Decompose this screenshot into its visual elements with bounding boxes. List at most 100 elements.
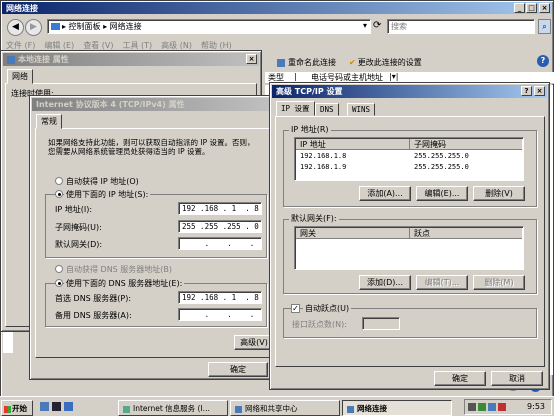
menu-file[interactable]: 文件 (F)	[6, 41, 35, 50]
network-icon	[7, 55, 15, 64]
ip-list-header: IP 地址 子网掩码	[296, 139, 522, 150]
menu-view[interactable]: 查看 (V)	[83, 41, 113, 50]
tray-icon[interactable]	[478, 403, 486, 411]
address-path: ▸ 控制面板 ▸ 网络连接	[62, 22, 142, 31]
search-input[interactable]: 搜索	[387, 19, 535, 34]
preferred-dns-input[interactable]: 192 .168 . 1 . 8	[178, 291, 262, 304]
maximize-icon[interactable]: □	[526, 3, 537, 13]
preferred-dns-label: 首选 DNS 服务器(P):	[55, 294, 132, 303]
close-icon[interactable]: ×	[246, 54, 257, 64]
description-line2: 您需要从网络系统管理员处获得适当的 IP 设置。	[48, 147, 210, 156]
change-settings-button[interactable]: ✔ 更改此连接的设置	[349, 57, 422, 68]
column-sep2: |▾|	[389, 72, 399, 81]
help-icon[interactable]: ?	[537, 55, 549, 67]
gw-col-header[interactable]: 网关	[300, 228, 316, 239]
manual-dns-label[interactable]: 使用下面的 DNS 服务器地址(E):	[64, 278, 185, 289]
tab-ip-settings[interactable]: IP 设置	[276, 101, 315, 116]
menu-advanced[interactable]: 高级 (N)	[161, 41, 192, 50]
rename-label: 重命名此连接	[288, 58, 336, 67]
gateway-list[interactable]: 网关 跃点	[294, 226, 524, 270]
minimize-icon[interactable]: _	[514, 3, 525, 13]
auto-ip-label[interactable]: 自动获得 IP 地址(O)	[66, 176, 139, 187]
task-network-center[interactable]: 网络和共享中心	[230, 400, 340, 416]
close-icon[interactable]: ×	[539, 3, 550, 13]
back-button[interactable]: ◀	[7, 19, 24, 36]
advanced-button[interactable]: 高级(V)	[234, 335, 274, 350]
ip-delete-button[interactable]: 删除(V)	[473, 186, 525, 201]
clock[interactable]: 9:53	[527, 402, 545, 411]
tab-ip-settings-label: IP 设置	[281, 104, 310, 113]
quicklaunch-icon[interactable]	[64, 402, 73, 411]
tray-icon[interactable]	[468, 403, 476, 411]
ip-address-list[interactable]: IP 地址 子网掩码 192.168.1.8 255.255.255.0 192…	[294, 137, 524, 181]
quicklaunch-icon[interactable]	[40, 402, 49, 411]
advanced-ok-button[interactable]: 确定	[434, 371, 486, 386]
auto-metric-checkbox[interactable]: ✓	[291, 304, 300, 313]
gw-add-button[interactable]: 添加(D)...	[359, 275, 411, 290]
table-row[interactable]: 192.168.1.8 255.255.255.0	[300, 152, 520, 162]
windows-logo-icon	[4, 405, 11, 413]
ipv4-titlebar[interactable]: Internet 协议版本 4 (TCP/IPv4) 属性	[32, 98, 271, 111]
auto-metric-label[interactable]: 自动跃点(U)	[303, 303, 352, 314]
start-button[interactable]: 开始	[1, 400, 33, 416]
menu-edit[interactable]: 编辑 (E)	[44, 41, 74, 50]
task-network-center-label: 网络和共享中心	[245, 404, 298, 413]
folder-icon	[51, 23, 60, 30]
start-label: 开始	[12, 404, 27, 413]
tab-general[interactable]: 常规	[36, 114, 62, 129]
help-icon[interactable]: ?	[521, 86, 532, 96]
local-connection-titlebar[interactable]: 本地连接 属性 ×	[3, 53, 259, 66]
interface-metric-input	[362, 317, 400, 330]
ip-edit-button[interactable]: 编辑(E)...	[416, 186, 468, 201]
forward-button[interactable]: ▶	[25, 19, 42, 36]
default-gateway-input[interactable]: . . .	[178, 237, 262, 250]
quicklaunch-icon[interactable]	[52, 402, 61, 411]
advanced-cancel-button[interactable]: 取消	[491, 371, 543, 386]
search-placeholder: 搜索	[391, 22, 407, 31]
search-icon[interactable]: ⌕	[538, 19, 551, 34]
subnet-mask-input[interactable]: 255 .255 .255 . 0	[178, 220, 262, 233]
ip-add-button[interactable]: 添加(A)...	[359, 186, 411, 201]
ipv4-dialog: Internet 协议版本 4 (TCP/IPv4) 属性 常规 如果网络支持此…	[29, 95, 274, 380]
local-connection-title: 本地连接 属性	[18, 55, 69, 64]
alternate-dns-input[interactable]: . . .	[178, 308, 262, 321]
alternate-dns-label: 备用 DNS 服务器(A):	[55, 311, 132, 320]
change-settings-label: 更改此连接的设置	[357, 58, 422, 67]
close-icon[interactable]: ×	[534, 86, 545, 96]
tab-network[interactable]: 网络	[7, 69, 33, 84]
system-tray: 9:53	[464, 399, 552, 415]
menu-tools[interactable]: 工具 (T)	[123, 41, 153, 50]
advanced-titlebar[interactable]: 高级 TCP/IP 设置 ? ×	[272, 85, 547, 98]
gw-list-header: 网关 跃点	[296, 228, 522, 239]
menu-help[interactable]: 帮助 (H)	[201, 41, 232, 50]
ipv4-ok-button[interactable]: 确定	[208, 362, 268, 377]
task-network-connections[interactable]: 网络连接	[342, 400, 452, 416]
subnet-mask-label: 子网掩码(U):	[55, 223, 102, 232]
ip-address-input[interactable]: 192 .168 . 1 . 8	[178, 202, 262, 215]
tab-dns[interactable]: DNS	[315, 103, 339, 116]
network-connections-icon	[347, 405, 354, 413]
mask-col-header[interactable]: 子网掩码	[414, 139, 446, 150]
manual-dns-radio[interactable]	[55, 279, 63, 287]
explorer-title: 网络连接	[6, 4, 38, 13]
metric-col-header[interactable]: 跃点	[414, 228, 430, 239]
manual-ip-label[interactable]: 使用下面的 IP 地址(S):	[64, 189, 151, 200]
dropdown-icon[interactable]: ▾	[363, 21, 367, 30]
auto-ip-radio[interactable]	[55, 177, 63, 185]
tray-icon[interactable]	[498, 403, 506, 411]
tab-general-label: 常规	[41, 117, 57, 126]
interface-metric-label: 接口跃点数(N):	[292, 320, 347, 329]
gateway-group-label: 默认网关(F):	[289, 213, 339, 224]
manual-ip-radio[interactable]	[55, 190, 63, 198]
refresh-icon[interactable]: ⟳	[373, 20, 381, 31]
tray-icon[interactable]	[488, 403, 496, 411]
address-bar[interactable]: ▸ 控制面板 ▸ 网络连接 ▾	[47, 19, 371, 34]
explorer-titlebar[interactable]: 网络连接 _ □ ×	[2, 2, 552, 14]
ip-col-header[interactable]: IP 地址	[300, 139, 326, 150]
task-iis-label: Internet 信息服务 (I...	[133, 404, 210, 413]
col-divider	[409, 228, 410, 239]
tab-wins[interactable]: WINS	[347, 103, 376, 116]
table-row[interactable]: 192.168.1.9 255.255.255.0	[300, 163, 520, 173]
rename-connection-button[interactable]: 重命名此连接	[277, 57, 336, 68]
task-iis[interactable]: Internet 信息服务 (I...	[118, 400, 228, 416]
